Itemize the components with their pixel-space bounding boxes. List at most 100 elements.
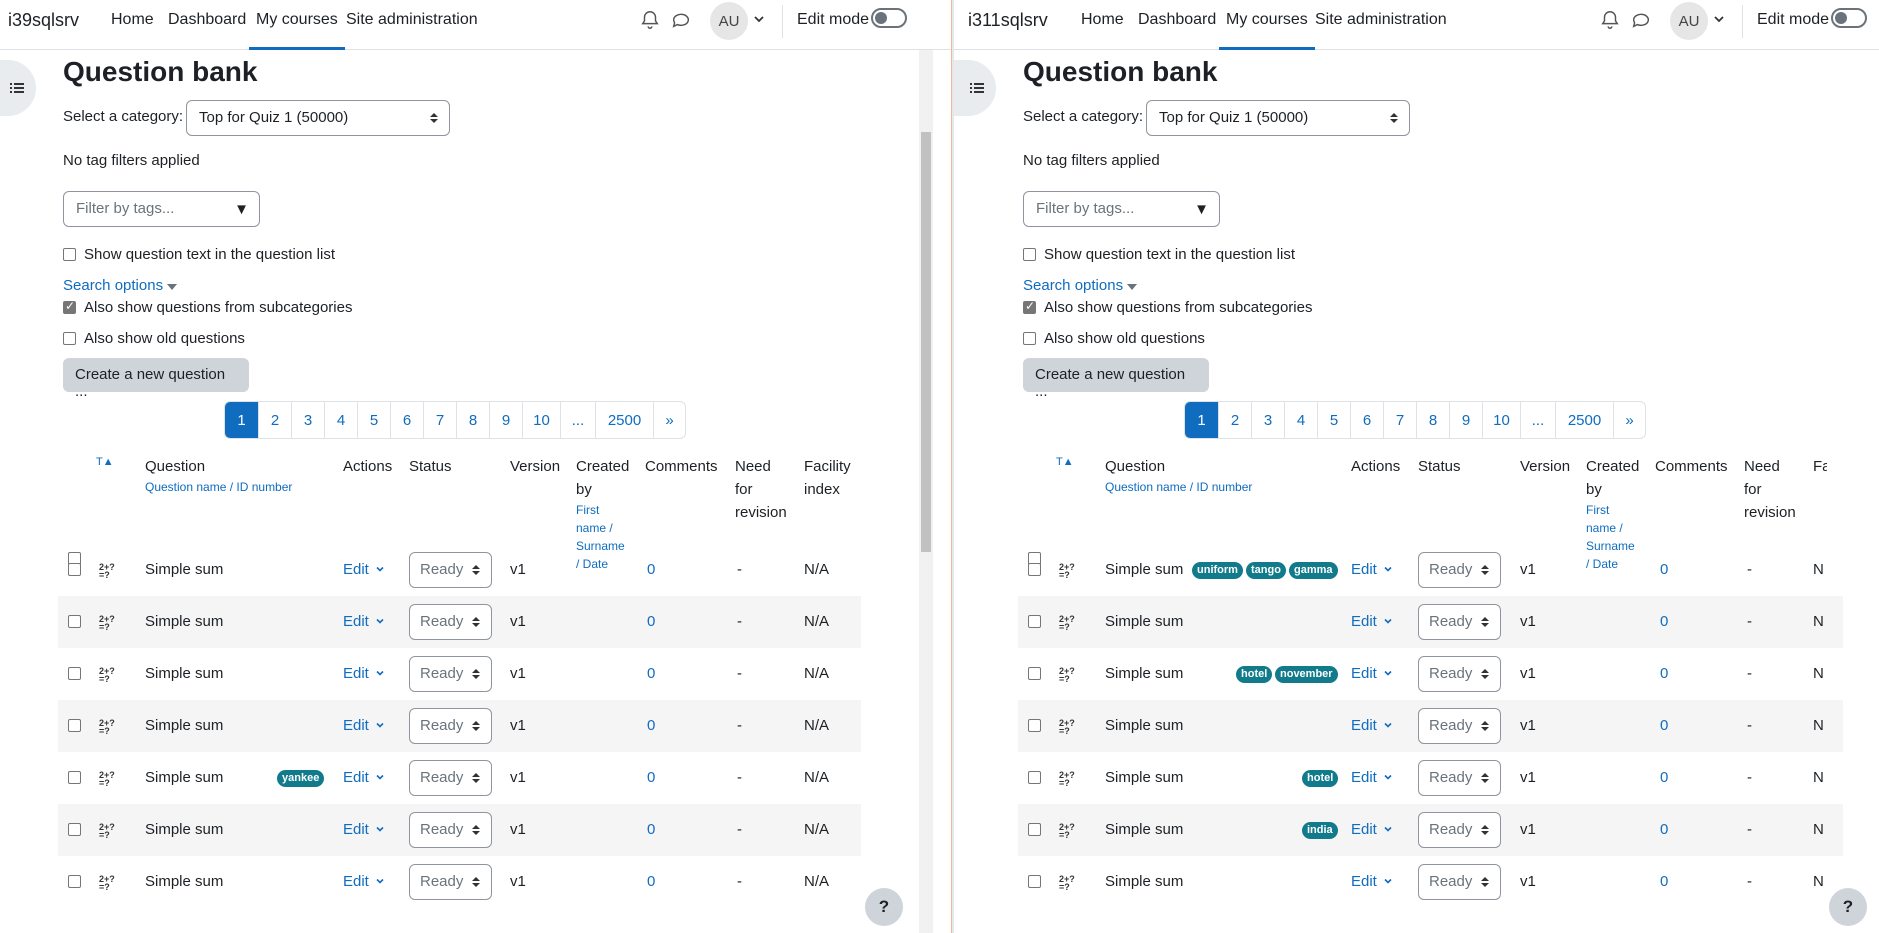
- edit-menu-trigger[interactable]: Edit: [1351, 873, 1393, 890]
- status-select[interactable]: Ready: [409, 552, 492, 588]
- tag-filter-input[interactable]: Filter by tags... ▼: [1023, 191, 1220, 227]
- row-checkbox[interactable]: [68, 719, 81, 732]
- need-for-revision-header[interactable]: Need for revision: [735, 455, 787, 524]
- category-select[interactable]: Top for Quiz 1 (50000): [186, 100, 450, 136]
- nav-site-administration[interactable]: Site administration: [1315, 11, 1447, 29]
- comments-count-link[interactable]: 0: [647, 873, 655, 890]
- comments-header[interactable]: Comments: [645, 455, 718, 478]
- comments-count-link[interactable]: 0: [647, 613, 655, 630]
- edit-menu-trigger[interactable]: Edit: [1351, 821, 1393, 838]
- comments-count-link[interactable]: 0: [1660, 769, 1668, 786]
- comments-count-link[interactable]: 0: [1660, 873, 1668, 890]
- created-by-header[interactable]: Created by First name / Surname / Date: [576, 455, 629, 573]
- caret-down-icon[interactable]: [166, 283, 178, 291]
- status-select[interactable]: Ready: [1418, 864, 1501, 900]
- question-tag[interactable]: november: [1275, 666, 1338, 683]
- question-tag[interactable]: tango: [1246, 562, 1286, 579]
- comments-count-link[interactable]: 0: [1660, 561, 1668, 578]
- status-select[interactable]: Ready: [409, 812, 492, 848]
- site-name[interactable]: i311sqlsrv: [968, 10, 1048, 31]
- nav-site-administration[interactable]: Site administration: [346, 11, 478, 29]
- status-select[interactable]: Ready: [409, 760, 492, 796]
- show-question-text-checkbox[interactable]: [63, 248, 76, 261]
- row-checkbox[interactable]: [1028, 823, 1041, 836]
- comments-header[interactable]: Comments: [1655, 455, 1728, 478]
- page-link[interactable]: 8: [456, 402, 489, 438]
- caret-down-icon[interactable]: [1126, 283, 1138, 291]
- nav-home[interactable]: Home: [1081, 11, 1124, 29]
- page-link[interactable]: 6: [1350, 402, 1383, 438]
- status-select[interactable]: Ready: [1418, 656, 1501, 692]
- row-checkbox[interactable]: [1028, 771, 1041, 784]
- old-questions-checkbox[interactable]: [1023, 332, 1036, 345]
- page-link[interactable]: 10: [522, 402, 560, 438]
- search-options-toggle[interactable]: Search options: [1023, 277, 1123, 294]
- comments-count-link[interactable]: 0: [1660, 665, 1668, 682]
- edit-menu-trigger[interactable]: Edit: [343, 665, 385, 682]
- next-page-link[interactable]: »: [653, 402, 685, 438]
- question-tag[interactable]: yankee: [277, 770, 325, 787]
- comments-count-link[interactable]: 0: [1660, 717, 1668, 734]
- page-link[interactable]: 1: [1185, 402, 1218, 438]
- search-options-toggle[interactable]: Search options: [63, 277, 163, 294]
- status-select[interactable]: Ready: [409, 864, 492, 900]
- drawer-toggle-button[interactable]: [0, 60, 36, 116]
- site-name[interactable]: i39sqlsrv: [8, 10, 79, 31]
- page-link[interactable]: 9: [1449, 402, 1482, 438]
- edit-menu-trigger[interactable]: Edit: [1351, 769, 1393, 786]
- status-select[interactable]: Ready: [1418, 812, 1501, 848]
- comments-count-link[interactable]: 0: [1660, 821, 1668, 838]
- edit-menu-trigger[interactable]: Edit: [343, 561, 385, 578]
- row-checkbox[interactable]: [68, 615, 81, 628]
- row-checkbox[interactable]: [1028, 563, 1041, 576]
- drawer-toggle-button[interactable]: [954, 60, 996, 116]
- edit-menu-trigger[interactable]: Edit: [343, 769, 385, 786]
- status-header[interactable]: Status: [1418, 455, 1461, 478]
- page-link[interactable]: 5: [1317, 402, 1350, 438]
- question-tag[interactable]: hotel: [1236, 666, 1273, 683]
- facility-index-header[interactable]: Fa in: [1813, 455, 1827, 478]
- nav-dashboard[interactable]: Dashboard: [1138, 11, 1216, 29]
- edit-menu-trigger[interactable]: Edit: [343, 821, 385, 838]
- scrollbar-thumb[interactable]: [921, 132, 931, 552]
- edit-menu-trigger[interactable]: Edit: [1351, 665, 1393, 682]
- type-sort-header[interactable]: T▲: [1056, 456, 1074, 468]
- user-avatar[interactable]: AU: [1670, 2, 1708, 40]
- create-question-button[interactable]: Create a new question ...: [1023, 358, 1209, 400]
- show-question-text-checkbox[interactable]: [1023, 248, 1036, 261]
- row-checkbox[interactable]: [1028, 615, 1041, 628]
- next-page-link[interactable]: »: [1613, 402, 1645, 438]
- version-header[interactable]: Version: [510, 455, 560, 478]
- row-checkbox[interactable]: [68, 563, 81, 576]
- status-select[interactable]: Ready: [1418, 708, 1501, 744]
- edit-menu-trigger[interactable]: Edit: [1351, 717, 1393, 734]
- edit-mode-toggle[interactable]: [871, 8, 907, 28]
- old-questions-checkbox[interactable]: [63, 332, 76, 345]
- chevron-down-icon[interactable]: [752, 12, 766, 26]
- help-button[interactable]: ?: [1829, 888, 1867, 926]
- page-link[interactable]: 4: [324, 402, 357, 438]
- question-tag[interactable]: uniform: [1192, 562, 1243, 579]
- comments-count-link[interactable]: 0: [647, 665, 655, 682]
- question-header[interactable]: Question Question name / ID number: [145, 455, 292, 496]
- page-link[interactable]: 7: [423, 402, 456, 438]
- tag-filter-input[interactable]: Filter by tags... ▼: [63, 191, 260, 227]
- row-checkbox[interactable]: [1028, 667, 1041, 680]
- edit-menu-trigger[interactable]: Edit: [343, 873, 385, 890]
- question-tag[interactable]: hotel: [1302, 770, 1339, 787]
- page-link[interactable]: 1: [225, 402, 258, 438]
- page-link[interactable]: 9: [489, 402, 522, 438]
- page-link[interactable]: 3: [291, 402, 324, 438]
- row-checkbox[interactable]: [68, 771, 81, 784]
- status-select[interactable]: Ready: [409, 656, 492, 692]
- row-checkbox[interactable]: [68, 823, 81, 836]
- nav-dashboard[interactable]: Dashboard: [168, 11, 246, 29]
- status-header[interactable]: Status: [409, 455, 452, 478]
- row-checkbox[interactable]: [1028, 875, 1041, 888]
- need-for-revision-header[interactable]: Need for revision: [1744, 455, 1796, 524]
- page-link[interactable]: 2500: [595, 402, 653, 438]
- page-link[interactable]: 2: [1218, 402, 1251, 438]
- page-link[interactable]: 3: [1251, 402, 1284, 438]
- page-link[interactable]: 6: [390, 402, 423, 438]
- bell-icon[interactable]: [639, 9, 661, 31]
